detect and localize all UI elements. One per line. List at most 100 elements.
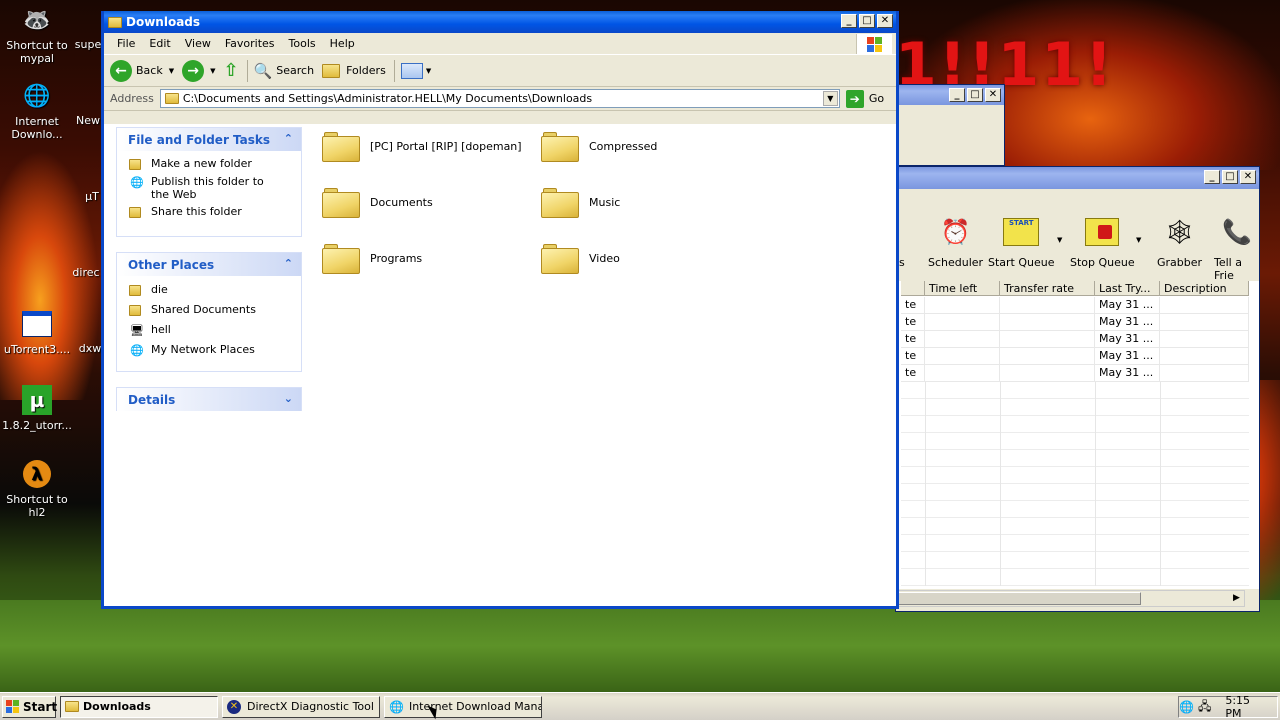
- folder-programs[interactable]: Programs: [322, 242, 532, 274]
- stop-queue-icon: [1084, 214, 1120, 250]
- explorer-titlebar[interactable]: Downloads _ □ ✕: [104, 11, 896, 33]
- place-shared-documents[interactable]: Shared Documents: [117, 300, 301, 320]
- desktop-icon-utorrent[interactable]: µ 1.8.2_utorr...: [0, 384, 74, 432]
- stop-queue-dropdown-icon[interactable]: ▼: [1136, 236, 1141, 244]
- tell-a-friend-button[interactable]: 📞 Tell a Frie: [1214, 214, 1260, 282]
- folder-icon: [322, 130, 360, 162]
- other-places-header[interactable]: Other Places ⌃: [117, 253, 301, 276]
- collapse-icon[interactable]: ⌃: [284, 132, 293, 145]
- close-icon[interactable]: ✕: [877, 14, 893, 28]
- views-dropdown-icon[interactable]: ▼: [426, 67, 431, 75]
- folder-compressed[interactable]: Compressed: [541, 130, 751, 162]
- publish-folder-link[interactable]: 🌐 Publish this folder to the Web: [117, 173, 301, 203]
- file-folder-tasks-header[interactable]: File and Folder Tasks ⌃: [117, 128, 301, 151]
- desktop-icon-direc[interactable]: direc: [68, 266, 104, 279]
- taskbar-button-downloads[interactable]: Downloads: [60, 695, 218, 718]
- background-window[interactable]: _ □ ✕: [895, 84, 1005, 166]
- forward-button[interactable]: → ▼: [182, 59, 216, 82]
- scroll-thumb[interactable]: [897, 592, 1141, 605]
- taskbar-button-idm[interactable]: 🌐 Internet Download Mana...: [384, 695, 542, 718]
- folder-video[interactable]: Video: [541, 242, 751, 274]
- table-row[interactable]: te May 31 ...: [901, 348, 1249, 365]
- folder-documents[interactable]: Documents: [322, 186, 532, 218]
- background-window-titlebar[interactable]: _ □ ✕: [896, 85, 1004, 105]
- maximize-icon[interactable]: □: [859, 14, 875, 28]
- menu-edit[interactable]: Edit: [142, 37, 177, 50]
- table-row[interactable]: te May 31 ...: [901, 314, 1249, 331]
- place-my-network-places[interactable]: 🌐 My Network Places: [117, 340, 301, 360]
- scroll-right-icon[interactable]: ▶: [1229, 591, 1244, 606]
- minimize-icon[interactable]: _: [841, 14, 857, 28]
- idm-titlebar[interactable]: _ □ ✕: [896, 167, 1259, 189]
- folder-music[interactable]: Music: [541, 186, 751, 218]
- menu-tools[interactable]: Tools: [282, 37, 323, 50]
- views-button[interactable]: ▼: [400, 62, 431, 79]
- desktop-icon-mypal[interactable]: 🦝 Shortcut to mypal: [0, 4, 74, 65]
- folder-icon: [322, 242, 360, 274]
- folders-icon: [322, 63, 341, 78]
- close-icon[interactable]: ✕: [985, 88, 1001, 102]
- scheduler-button[interactable]: ⏰ Scheduler: [928, 214, 983, 269]
- idm-hscroll[interactable]: ▶: [896, 590, 1245, 607]
- col-time-left[interactable]: Time left: [925, 281, 1000, 295]
- start-queue-button[interactable]: START Start Queue: [988, 214, 1055, 269]
- forward-dropdown-icon[interactable]: ▼: [210, 67, 215, 75]
- table-row[interactable]: te May 31 ...: [901, 365, 1249, 382]
- menu-help[interactable]: Help: [323, 37, 362, 50]
- task-pane: File and Folder Tasks ⌃ Make a new folder…: [104, 124, 314, 606]
- idm-tray-icon[interactable]: 🌐: [1179, 700, 1194, 714]
- idm-column-headers: Time left Transfer rate Last Try... Desc…: [901, 281, 1249, 296]
- maximize-icon[interactable]: □: [1222, 170, 1238, 184]
- menu-view[interactable]: View: [178, 37, 218, 50]
- address-dropdown-icon[interactable]: ▼: [822, 91, 838, 106]
- desktop-icon-hl2[interactable]: λ Shortcut to hl2: [0, 458, 74, 519]
- idm-icon: 🌐: [389, 699, 404, 714]
- stop-queue-button[interactable]: Stop Queue: [1070, 214, 1135, 269]
- place-die[interactable]: die: [117, 280, 301, 300]
- explorer-window[interactable]: Downloads _ □ ✕ File Edit View Favorites…: [101, 11, 899, 609]
- minimize-icon[interactable]: _: [1204, 170, 1220, 184]
- grabber-button[interactable]: 🕸 Grabber: [1157, 214, 1202, 269]
- back-dropdown-icon[interactable]: ▼: [169, 67, 174, 75]
- maximize-icon[interactable]: □: [967, 88, 983, 102]
- address-input[interactable]: C:\Documents and Settings\Administrator.…: [159, 89, 840, 108]
- desktop-icon-dxw[interactable]: dxw: [76, 342, 104, 355]
- make-new-folder-link[interactable]: Make a new folder: [117, 155, 301, 173]
- clock[interactable]: 5:15 PM: [1225, 694, 1269, 720]
- go-button[interactable]: ➔ Go: [845, 89, 884, 108]
- file-folder-tasks-panel: File and Folder Tasks ⌃ Make a new folder…: [116, 127, 302, 237]
- table-row[interactable]: te May 31 ...: [901, 331, 1249, 348]
- toolbar-divider: [246, 59, 248, 82]
- desktop-icon-utorrent-setup[interactable]: uTorrent3....: [0, 308, 74, 356]
- collapse-icon[interactable]: ⌃: [284, 257, 293, 270]
- share-folder-link[interactable]: Share this folder: [117, 203, 301, 221]
- folder-pc-portal[interactable]: [PC] Portal [RIP] [dopeman]: [322, 130, 532, 162]
- folders-button[interactable]: Folders: [322, 63, 386, 78]
- table-row[interactable]: te May 31 ...: [901, 297, 1249, 314]
- idm-tool-partial[interactable]: s: [899, 256, 905, 269]
- col-description[interactable]: Description: [1160, 281, 1249, 295]
- details-header[interactable]: Details ⌄: [117, 388, 301, 411]
- col-last-try[interactable]: Last Try...: [1095, 281, 1160, 295]
- minimize-icon[interactable]: _: [949, 88, 965, 102]
- expand-icon[interactable]: ⌄: [284, 392, 293, 405]
- back-button[interactable]: ← Back ▼: [110, 59, 174, 82]
- search-button[interactable]: 🔍 Search: [254, 62, 314, 80]
- desktop-icon-idm[interactable]: 🌐 Internet Downlo...: [0, 80, 74, 141]
- hl2-icon: λ: [21, 458, 53, 490]
- start-button[interactable]: Start: [2, 695, 57, 718]
- close-icon[interactable]: ✕: [1240, 170, 1256, 184]
- menu-file[interactable]: File: [110, 37, 142, 50]
- menu-favorites[interactable]: Favorites: [218, 37, 282, 50]
- place-hell[interactable]: 🖥 hell: [117, 320, 301, 340]
- up-button[interactable]: ⇧: [224, 60, 239, 81]
- start-queue-dropdown-icon[interactable]: ▼: [1057, 236, 1062, 244]
- taskbar-button-directx[interactable]: ✕ DirectX Diagnostic Tool: [222, 695, 380, 718]
- col-transfer-rate[interactable]: Transfer rate: [1000, 281, 1095, 295]
- wallpaper-grass: [0, 600, 1280, 692]
- folder-icon: [541, 242, 579, 274]
- network-tray-icon[interactable]: 🖧: [1198, 697, 1211, 718]
- globe-icon: 🌐: [130, 175, 144, 189]
- directx-icon: ✕: [227, 699, 241, 714]
- col-partial[interactable]: [901, 281, 925, 295]
